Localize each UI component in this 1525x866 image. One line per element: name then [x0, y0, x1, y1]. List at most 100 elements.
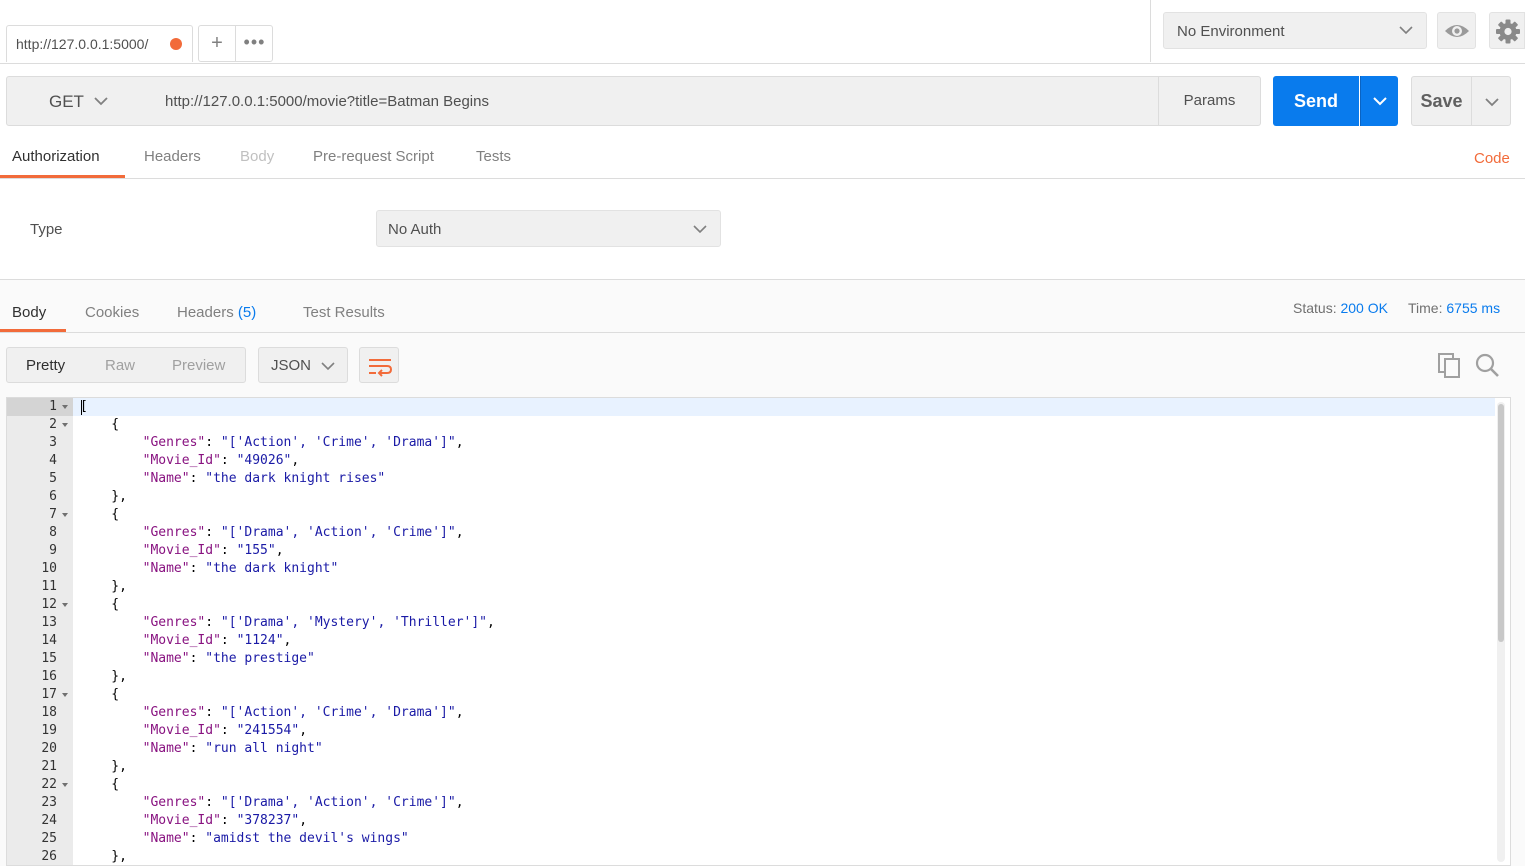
url-input-value: http://127.0.0.1:5000/movie?title=Batman… — [165, 93, 489, 110]
params-button[interactable]: Params — [1158, 76, 1261, 126]
code-line: "Movie_Id": "1124", — [142, 633, 292, 648]
json-key: "Movie_Id" — [142, 723, 221, 738]
fold-toggle-icon[interactable] — [62, 405, 68, 409]
active-response-tab-indicator — [0, 329, 66, 332]
request-tab[interactable]: http://127.0.0.1:5000/ — [6, 25, 193, 62]
format-select[interactable]: JSON — [258, 347, 348, 383]
code-line: }, — [80, 849, 127, 864]
fold-toggle-icon[interactable] — [62, 513, 68, 517]
code-line: "Genres": "['Drama', 'Action', 'Crime']"… — [142, 525, 464, 540]
fold-toggle-icon[interactable] — [62, 423, 68, 427]
raw-button[interactable]: Raw — [105, 357, 135, 374]
status-value: 200 OK — [1340, 300, 1388, 316]
send-options-button[interactable] — [1360, 76, 1398, 126]
json-string: "run all night" — [205, 741, 323, 756]
code-line: "Genres": "['Drama', 'Mystery', 'Thrille… — [142, 615, 495, 630]
settings-button[interactable] — [1489, 12, 1525, 49]
code-line: { — [80, 687, 120, 702]
environment-quick-look-button[interactable] — [1437, 12, 1476, 49]
json-string: "the dark knight" — [205, 561, 339, 576]
code-line: "Genres": "['Action', 'Crime', 'Drama']"… — [142, 705, 464, 720]
text-cursor — [81, 400, 82, 415]
status-label: Status: — [1293, 300, 1337, 316]
code-line: "Name": "amidst the devil's wings" — [142, 831, 409, 846]
save-options-button[interactable] — [1471, 76, 1511, 126]
json-key: "Genres" — [142, 615, 206, 630]
tab-response-body[interactable]: Body — [12, 304, 46, 321]
request-tab-label: http://127.0.0.1:5000/ — [16, 36, 149, 52]
json-key: "Genres" — [142, 435, 206, 450]
url-input[interactable]: http://127.0.0.1:5000/movie?title=Batman… — [151, 76, 1159, 126]
tab-pre-request-script[interactable]: Pre-request Script — [313, 148, 434, 165]
save-button[interactable]: Save — [1411, 76, 1472, 126]
json-key: "Movie_Id" — [142, 453, 221, 468]
pretty-button[interactable]: Pretty — [26, 357, 65, 374]
json-string: "155" — [236, 543, 276, 558]
code-line: { — [80, 597, 120, 612]
tab-headers[interactable]: Headers — [144, 148, 201, 165]
eye-icon — [1445, 25, 1469, 37]
json-key: "Movie_Id" — [142, 813, 221, 828]
search-response-button[interactable] — [1474, 352, 1500, 383]
code-line: { — [80, 777, 120, 792]
wrap-lines-button[interactable] — [359, 347, 399, 383]
gear-icon — [1496, 19, 1520, 44]
line-number: 24 — [41, 813, 57, 828]
copy-response-button[interactable] — [1437, 352, 1463, 383]
copy-icon — [1438, 353, 1460, 378]
active-tab-indicator — [0, 175, 125, 178]
request-tabs: Authorization Headers Body Pre-request S… — [0, 138, 1525, 179]
scrollbar-thumb[interactable] — [1498, 404, 1504, 642]
response-headers-count: (5) — [237, 304, 257, 321]
response-body-editor[interactable]: 1[2 {3 "Genres": "['Action', 'Crime', 'D… — [6, 397, 1511, 866]
tab-response-headers[interactable]: Headers (5) — [177, 304, 256, 321]
line-number: 26 — [41, 849, 57, 864]
response-headers-label: Headers — [177, 304, 234, 321]
line-number: 19 — [41, 723, 57, 738]
line-number: 21 — [41, 759, 57, 774]
method-select[interactable]: GET — [6, 76, 152, 126]
code-line: "Name": "the dark knight rises" — [142, 471, 386, 486]
json-key: "Genres" — [142, 705, 206, 720]
line-number: 7 — [49, 507, 57, 522]
json-string: "the dark knight rises" — [205, 471, 386, 486]
tab-actions: + ••• — [198, 25, 273, 62]
code-line: "Name": "the prestige" — [142, 651, 315, 666]
response-tabs: Body Cookies Headers (5) Test Results St… — [0, 293, 1525, 333]
send-button[interactable]: Send — [1273, 76, 1359, 126]
new-tab-button[interactable]: + — [199, 26, 236, 61]
tab-cookies[interactable]: Cookies — [85, 304, 139, 321]
auth-type-select[interactable]: No Auth — [376, 210, 721, 247]
fold-toggle-icon[interactable] — [62, 693, 68, 697]
time-value: 6755 ms — [1446, 300, 1501, 316]
environment-select[interactable]: No Environment — [1163, 12, 1427, 49]
code-link[interactable]: Code — [1474, 150, 1510, 167]
json-string: "amidst the devil's wings" — [205, 831, 409, 846]
code-line: "Movie_Id": "155", — [142, 543, 284, 558]
more-tabs-button[interactable]: ••• — [236, 26, 273, 61]
preview-button[interactable]: Preview — [172, 357, 225, 374]
response-view-toggle: Pretty Raw Preview — [6, 347, 246, 383]
time-label: Time: — [1408, 300, 1443, 316]
line-number: 9 — [49, 543, 57, 558]
line-number: 5 — [49, 471, 57, 486]
tab-tests[interactable]: Tests — [476, 148, 511, 165]
chevron-down-icon — [1373, 97, 1387, 106]
json-key: "Genres" — [142, 525, 206, 540]
line-number: 1 — [49, 399, 57, 414]
tab-body[interactable]: Body — [240, 148, 274, 165]
auth-type-value: No Auth — [388, 221, 442, 238]
code-line: "Name": "run all night" — [142, 741, 323, 756]
json-string: "241554" — [236, 723, 300, 738]
tab-test-results[interactable]: Test Results — [303, 304, 385, 321]
json-string: "['Drama', 'Action', 'Crime']" — [220, 525, 456, 540]
tab-authorization[interactable]: Authorization — [12, 148, 100, 165]
json-string: "the prestige" — [205, 651, 315, 666]
code-line: "Movie_Id": "49026", — [142, 453, 300, 468]
line-number: 23 — [41, 795, 57, 810]
fold-toggle-icon[interactable] — [62, 603, 68, 607]
line-number: 25 — [41, 831, 57, 846]
wrap-lines-icon — [369, 359, 392, 377]
line-number: 13 — [41, 615, 57, 630]
fold-toggle-icon[interactable] — [62, 783, 68, 787]
